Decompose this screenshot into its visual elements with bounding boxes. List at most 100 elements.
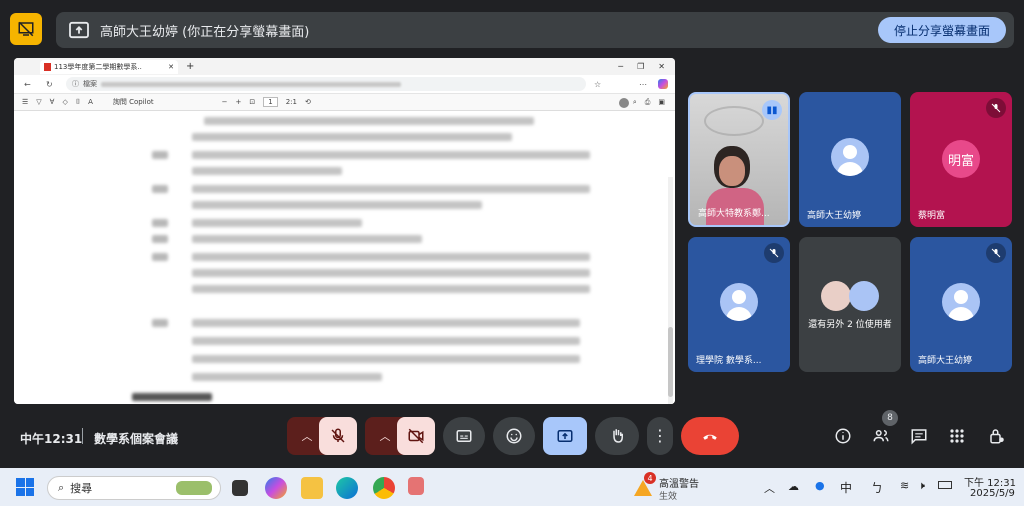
url-text-blurred [101,81,401,87]
meeting-controls-bar: 中午12:31 數學系個案會議 ︿ ︿ ⋮ 8 [0,410,1024,464]
fit-icon[interactable]: ⊡ [249,98,255,106]
pdf-scrollbar[interactable] [668,177,673,404]
participant-name: 蔡明富 [918,211,946,221]
activities-button[interactable] [944,423,970,449]
text-icon[interactable]: ⌷ [76,98,80,107]
presentation-off-icon[interactable] [10,13,42,45]
pdf-document-page [14,115,675,404]
task-view-icon[interactable] [232,480,248,496]
windows-taskbar: ⌕ 搜尋 4 高溫警告 生效 ︿ ☁ ● 中 ㄅ ≋ 🕨 下午 12:31 20… [0,468,1024,506]
menu-icon[interactable]: ⋯ [639,80,647,89]
top-bar: 高師大王幼婷 (你正在分享螢幕畫面) 停止分享螢幕畫面 [10,12,1014,48]
avatar [720,283,758,321]
participant-tile[interactable]: 明富 蔡明富 [910,92,1012,227]
more-options-button[interactable]: ⋮ [647,417,673,455]
weather-subtitle: 生效 [659,492,678,502]
battery-icon[interactable] [938,481,952,489]
chrome-icon[interactable] [373,477,395,499]
draw-icon[interactable]: ∀ [50,98,55,106]
camera-button[interactable] [397,417,435,455]
search-highlight-image [176,481,212,495]
taskbar-time[interactable]: 下午 12:31 [964,474,1016,489]
highlight-icon[interactable]: ▽ [36,98,41,106]
taskbar-search[interactable]: ⌕ 搜尋 [47,476,221,500]
microphone-button[interactable] [319,417,357,455]
snipping-tool-icon[interactable] [408,477,424,495]
browser-tab[interactable]: 113學年度第二學期數學系.. ✕ [40,59,178,74]
maximize-icon[interactable]: ❐ [637,62,644,71]
window-close-icon[interactable]: ✕ [658,62,665,71]
participant-tile[interactable]: 高師大王幼婷 [799,92,901,227]
address-bar[interactable]: ⓘ 檔案 [66,77,586,91]
taskbar-date[interactable]: 2025/5/9 [970,488,1015,499]
copilot-icon[interactable] [265,477,287,499]
ime-mode-icon[interactable]: ㄅ [871,479,883,496]
new-tab-icon[interactable]: + [186,61,194,72]
info-icon [835,428,851,444]
avatar-initials: 明富 [942,140,980,178]
copilot-ask-button[interactable]: 詢問 Copilot [113,97,154,107]
emoji-icon [506,428,522,444]
start-icon[interactable] [16,478,34,496]
wifi-icon[interactable]: ≋ [900,479,909,492]
camera-off-icon [408,428,424,444]
back-icon[interactable]: ← [24,80,31,89]
present-button[interactable] [543,417,587,455]
reload-icon[interactable]: ↻ [46,80,53,89]
others-tile[interactable]: 還有另外 2 位使用者 [799,237,901,372]
erase-icon[interactable]: ◇ [62,98,67,106]
participant-tile[interactable]: ▮▮ 高師大特教系鄭... [688,92,790,227]
microphone-tray-icon[interactable]: ● [815,479,825,492]
weather-widget[interactable]: 4 高溫警告 生效 [632,472,712,502]
read-aloud-icon[interactable]: A [88,98,93,106]
participant-name: 高師大王幼婷 [807,211,862,221]
ime-indicator[interactable]: 中 [840,479,852,496]
raise-hand-button[interactable] [595,417,639,455]
divider [82,428,83,444]
search-icon[interactable]: ⌕ [633,98,637,107]
captions-icon [456,430,472,442]
chevron-up-icon[interactable]: ︿ [764,480,775,496]
contents-icon[interactable]: ☰ [22,98,28,106]
edge-icon[interactable] [336,477,358,499]
stop-sharing-button[interactable]: 停止分享螢幕畫面 [877,17,1006,43]
host-controls-button[interactable] [984,423,1010,449]
hand-icon [613,429,623,443]
volume-muted-icon[interactable]: 🕨 [918,479,925,493]
favorite-icon[interactable]: ☆ [594,80,601,89]
page-view-label[interactable]: 2:1 [286,98,297,106]
shared-screen-browser: 113學年度第二學期數學系.. ✕ + ─ ❐ ✕ ← ↻ ⓘ 檔案 ☆ ⋯ ☰… [14,58,675,404]
pdf-toolbar: ☰ ▽ ∀ ◇ ⌷ A 詢問 Copilot − + ⊡ 1 2:1 ⟲ ⌕ ⎙… [14,94,675,111]
participant-tile[interactable]: 高師大王幼婷 [910,237,1012,372]
search-icon: ⌕ [58,481,65,494]
rotate-icon[interactable]: ⟲ [305,98,311,106]
save-icon[interactable]: ▣ [658,98,665,106]
avatar [849,281,879,311]
file-explorer-icon[interactable] [301,477,323,499]
zoom-out-icon[interactable]: − [222,98,228,106]
minimize-icon[interactable]: ─ [618,62,623,71]
weather-badge: 4 [644,472,656,484]
participant-name: 高師大王幼婷 [918,356,973,366]
mic-off-icon [331,428,345,443]
phone-hangup-icon [703,434,717,440]
people-icon [873,430,889,442]
captions-button[interactable] [443,417,485,455]
copilot-icon[interactable] [658,79,668,89]
mic-off-icon [986,98,1006,118]
leave-call-button[interactable] [681,417,739,455]
profile-icon[interactable] [619,98,629,108]
onedrive-icon[interactable]: ☁ [788,480,799,493]
address-bar-row: ← ↻ ⓘ 檔案 ☆ ⋯ [14,75,675,108]
people-button[interactable] [868,423,894,449]
print-icon[interactable]: ⎙ [645,98,651,107]
meeting-details-button[interactable] [830,423,856,449]
participant-tile[interactable]: 理學院 數學系... [688,237,790,372]
page-number-field[interactable]: 1 [263,97,278,107]
close-tab-icon[interactable]: ✕ [168,63,174,71]
zoom-in-icon[interactable]: + [236,98,242,106]
others-label: 還有另外 2 位使用者 [808,320,892,330]
chat-button[interactable] [906,423,932,449]
mic-off-icon [986,243,1006,263]
reactions-button[interactable] [493,417,535,455]
